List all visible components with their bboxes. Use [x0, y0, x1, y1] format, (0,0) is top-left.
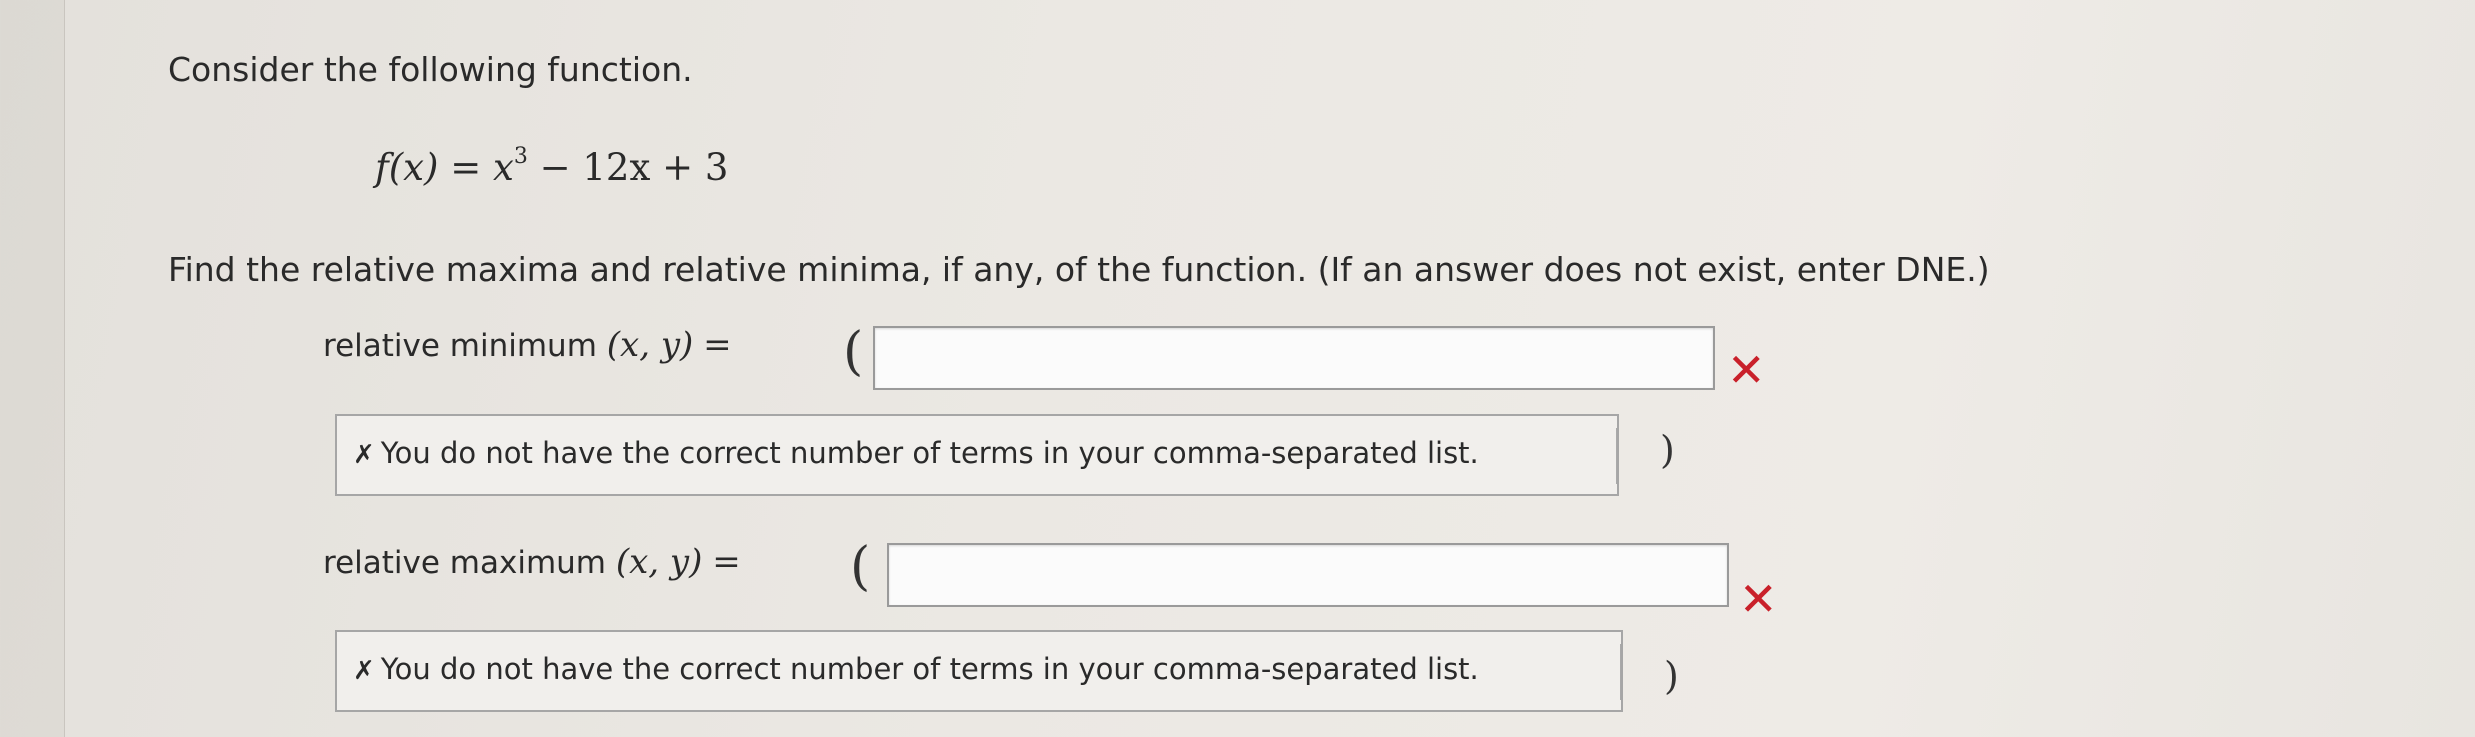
relative-maximum-feedback: ✗ You do not have the correct number of t… — [335, 630, 1623, 712]
formula-base: x — [492, 146, 514, 189]
relative-maximum-label-text: relative maximum — [323, 545, 606, 581]
x-mark-icon: ✕ — [1727, 343, 1766, 397]
relative-minimum-close-paren: ) — [1660, 428, 1675, 472]
feedback-x-icon: ✗ — [353, 440, 375, 470]
relative-minimum-label: relative minimum (x, y) = — [323, 325, 732, 365]
relative-minimum-feedback-text: You do not have the correct number of te… — [380, 436, 1479, 470]
question-instruction: Find the relative maxima and relative mi… — [168, 250, 1990, 289]
relative-minimum-label-text: relative minimum — [323, 328, 597, 364]
relative-maximum-feedback-text: You do not have the correct number of te… — [380, 652, 1479, 686]
relative-maximum-equals: = — [712, 542, 741, 582]
question-page: Consider the following function. f(x) = … — [64, 0, 2475, 737]
relative-minimum-vars: (x, y) — [606, 325, 694, 365]
feedback-divider — [1616, 428, 1617, 484]
formula-lhs: f(x) — [375, 146, 439, 189]
relative-maximum-close-paren: ) — [1664, 654, 1679, 698]
question-intro: Consider the following function. — [168, 50, 693, 89]
formula-equals: = — [450, 146, 482, 189]
relative-minimum-feedback: ✗ You do not have the correct number of t… — [335, 414, 1619, 496]
x-mark-icon: ✕ — [1739, 572, 1778, 626]
relative-maximum-vars: (x, y) — [615, 542, 703, 582]
function-formula: f(x) = x3 − 12x + 3 — [375, 143, 729, 189]
feedback-divider — [1620, 644, 1621, 700]
relative-maximum-label: relative maximum (x, y) = — [323, 542, 741, 582]
relative-maximum-open-paren: ( — [850, 537, 871, 597]
relative-minimum-equals: = — [703, 325, 732, 365]
feedback-x-icon: ✗ — [353, 656, 375, 686]
relative-minimum-input[interactable] — [873, 326, 1715, 390]
formula-exponent: 3 — [513, 143, 528, 169]
relative-minimum-open-paren: ( — [843, 322, 864, 382]
formula-rest: − 12x + 3 — [539, 146, 729, 189]
relative-maximum-input[interactable] — [887, 543, 1729, 607]
